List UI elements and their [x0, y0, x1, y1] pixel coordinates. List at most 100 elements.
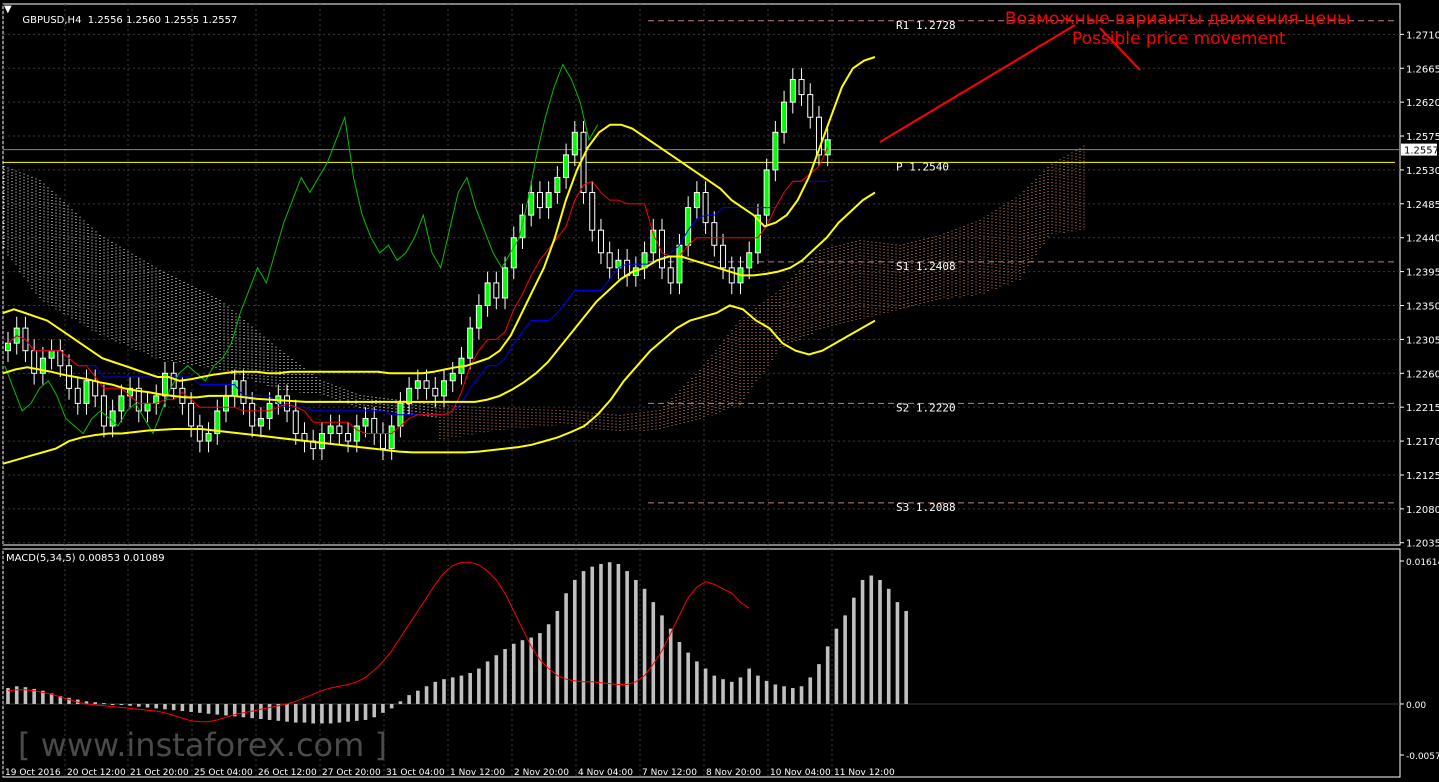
macd-histogram-bar: [616, 564, 621, 704]
macd-histogram-bar: [564, 593, 568, 704]
macd-histogram-bar: [302, 703, 307, 723]
macd-histogram-bar: [503, 649, 507, 704]
candle-body: [388, 425, 395, 450]
candle-body: [641, 252, 648, 269]
macd-histogram-bar: [267, 703, 272, 720]
level-label-p: P 1.2540: [896, 160, 949, 173]
y-tick-label: 1.2620: [1406, 98, 1439, 109]
x-tick-label: 21 Oct 20:00: [130, 768, 189, 778]
candle-body: [336, 425, 343, 435]
candle-body: [746, 252, 753, 269]
candle-body: [441, 380, 447, 397]
macd-histogram-bar: [904, 610, 908, 704]
macd-histogram-bar: [695, 661, 699, 704]
candle-body: [484, 282, 491, 306]
macd-histogram-bar: [102, 703, 106, 705]
candle-body: [467, 327, 474, 359]
macd-histogram-bar: [607, 562, 612, 704]
macd-histogram-bar: [573, 579, 577, 704]
macd-histogram-bar: [433, 681, 438, 704]
macd-histogram-bar: [520, 640, 525, 704]
macd-histogram-bar: [511, 643, 516, 704]
chart-menu-icon[interactable]: ▼: [4, 4, 12, 15]
candle-body: [510, 237, 517, 269]
macd-histogram-bar: [494, 655, 499, 704]
candle-body: [720, 244, 727, 269]
candle-body: [188, 402, 195, 427]
candle-body: [231, 380, 238, 397]
x-tick-label: 7 Nov 12:00: [642, 768, 697, 778]
candle-body: [292, 410, 299, 435]
candle-body: [563, 154, 570, 178]
candle-body: [807, 94, 814, 118]
macd-histogram-bar: [363, 703, 368, 720]
macd-histogram-bar: [703, 668, 708, 704]
macd-histogram-bar: [808, 677, 813, 704]
y-tick-label: 1.2350: [1406, 301, 1439, 312]
macd-histogram-bar: [145, 703, 150, 708]
candle-body: [414, 380, 421, 389]
macd-histogram-bar: [407, 695, 411, 704]
y-tick-label: 1.2125: [1406, 471, 1439, 482]
candle-body: [589, 192, 596, 231]
macd-histogram-bar: [206, 703, 211, 714]
candle-body: [100, 395, 107, 427]
macd-histogram-bar: [773, 684, 778, 704]
candle-body: [789, 79, 796, 103]
macd-histogram-bar: [477, 668, 481, 704]
macd-histogram-bar: [546, 624, 551, 704]
macd-histogram-bar: [468, 672, 472, 704]
candle-body: [597, 229, 604, 254]
x-tick-label: 19 Oct 2016: [5, 768, 61, 778]
macd-histogram-bar: [721, 679, 725, 704]
watermark: [ www.instaforex.com ]: [18, 726, 387, 764]
macd-histogram-bar: [764, 680, 769, 704]
macd-histogram-bar: [852, 597, 856, 704]
main-panel-frame: [2, 3, 1401, 546]
macd-histogram-bar: [799, 686, 804, 704]
candle-body: [502, 267, 509, 299]
macd-histogram-bar: [581, 571, 586, 704]
macd-histogram-bar: [293, 703, 298, 723]
macd-histogram-bar: [860, 579, 865, 704]
macd-histogram-bar: [843, 615, 847, 704]
macd-histogram-bar: [869, 575, 874, 704]
candle-body: [781, 101, 788, 133]
y-tick-label: 1.2530: [1406, 166, 1439, 177]
candle-body: [493, 282, 500, 299]
y-tick-label: 1.2395: [1406, 268, 1439, 279]
macd-tick-label: -0.00576: [1406, 752, 1439, 762]
x-tick-label: 26 Oct 12:00: [258, 768, 317, 778]
candle-body: [249, 402, 256, 427]
macd-histogram-bar: [346, 703, 350, 722]
candle-body: [144, 402, 151, 412]
candle-body: [74, 387, 81, 404]
macd-histogram-bar: [398, 701, 403, 704]
macd-histogram-bar: [756, 675, 760, 704]
ohlc-values: 1.2556 1.2560 1.2555 1.2557: [87, 15, 238, 26]
macd-histogram-bar: [154, 703, 159, 709]
macd-histogram-bar: [834, 628, 839, 704]
candle-body: [318, 433, 325, 450]
macd-histogram-bar: [215, 703, 220, 715]
candle-body: [554, 176, 561, 194]
macd-histogram-bar: [677, 641, 682, 704]
annotation-en: Possible price movement: [1072, 29, 1286, 49]
candle-body: [205, 433, 212, 442]
macd-histogram-bar: [424, 686, 429, 704]
macd-histogram-bar: [337, 703, 342, 723]
macd-label: MACD(5,34,5) 0.00853 0.01089: [6, 553, 165, 564]
macd-histogram-bar: [895, 602, 900, 704]
candle-body: [432, 387, 439, 397]
candle-body: [519, 214, 526, 239]
candle-body: [345, 433, 352, 442]
candle-body: [685, 207, 692, 246]
candle-body: [571, 131, 578, 156]
macd-tick-label: 0.01614: [1406, 558, 1439, 568]
macd-histogram-bar: [738, 677, 743, 704]
level-label-s1: S1 1.2408: [896, 260, 956, 273]
level-label-s2: S2 1.2220: [896, 401, 956, 414]
macd-histogram-bar: [878, 579, 882, 704]
macd-histogram-bar: [328, 703, 333, 724]
macd-tick-label: 0.00: [1406, 701, 1426, 711]
